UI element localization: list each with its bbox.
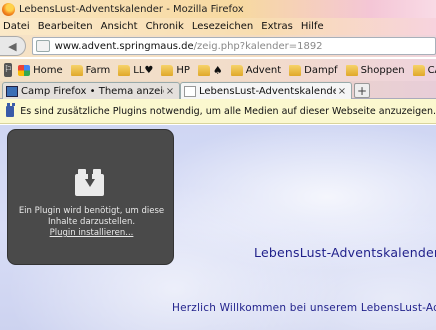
back-button[interactable]: ◀ xyxy=(0,36,26,56)
bookmarks-bar: ⚐ Home Farm LL♥ HP ♠ Advent Dampf Shoppe… xyxy=(0,59,436,81)
window-title: LebensLust-Adventskalender - Mozilla Fir… xyxy=(19,3,244,15)
folder-icon xyxy=(197,64,210,76)
folder-icon xyxy=(345,64,358,76)
page-icon xyxy=(184,85,196,97)
title-bar: LebensLust-Adventskalender - Mozilla Fir… xyxy=(0,0,436,18)
tab-label: LebensLust-Adventskalender xyxy=(199,85,336,97)
menu-lesezeichen[interactable]: Lesezeichen xyxy=(192,21,253,32)
page-title: LebensLust-Adventskalender xyxy=(254,245,436,260)
tab-label: Camp Firefox • Thema anzeigen ... xyxy=(21,85,164,97)
bookmark-shoppen[interactable]: Shoppen xyxy=(345,64,405,76)
bookmark-ll[interactable]: LL♥ xyxy=(118,64,154,76)
spade-icon: ♠ xyxy=(212,63,223,77)
bookmark-label: CA$H xyxy=(427,64,436,76)
menu-chronik[interactable]: Chronik xyxy=(146,21,184,32)
notification-text: Es sind zusätzliche Plugins notwendig, u… xyxy=(20,105,436,117)
folder-icon xyxy=(230,64,243,76)
bookmark-spade[interactable]: ♠ xyxy=(197,63,223,77)
menu-extras[interactable]: Extras xyxy=(261,21,293,32)
bookmark-dampf[interactable]: Dampf xyxy=(289,64,338,76)
bookmark-label: Home xyxy=(33,64,63,76)
bookmarks-menu-icon[interactable]: ⚐ xyxy=(4,63,13,77)
missing-plugin-box[interactable]: Ein Plugin wird benötigt, um diese Inhal… xyxy=(7,129,174,265)
menu-hilfe[interactable]: Hilfe xyxy=(301,21,324,32)
camp-firefox-icon xyxy=(6,85,18,97)
bookmark-home[interactable]: Home xyxy=(18,64,63,76)
navigation-bar: ◀ www.advent.springmaus.de/zeig.php?kale… xyxy=(0,35,436,57)
bookmark-label: Advent xyxy=(245,64,282,76)
folder-icon xyxy=(412,64,425,76)
firefox-icon[interactable] xyxy=(2,2,15,16)
bookmark-label: Shoppen xyxy=(360,64,405,76)
bookmark-label: HP xyxy=(176,64,190,76)
folder-icon xyxy=(161,64,174,76)
url-path: /zeig.php?kalender=1892 xyxy=(193,40,323,52)
menu-ansicht[interactable]: Ansicht xyxy=(101,21,138,32)
bookmark-hp[interactable]: HP xyxy=(161,64,190,76)
bookmark-advent[interactable]: Advent xyxy=(230,64,282,76)
install-plugin-link[interactable]: Plugin installieren... xyxy=(10,228,173,238)
bookmark-label: Farm xyxy=(85,64,111,76)
bookmark-label: LL♥ xyxy=(133,64,154,76)
folder-icon xyxy=(70,64,83,76)
close-icon[interactable]: × xyxy=(164,86,176,97)
url-bar[interactable]: www.advent.springmaus.de/zeig.php?kalend… xyxy=(31,37,436,55)
bookmark-farm[interactable]: Farm xyxy=(70,64,111,76)
bookmark-label: Dampf xyxy=(304,64,338,76)
menu-bearbeiten[interactable]: Bearbeiten xyxy=(38,21,93,32)
welcome-text: Herzlich Willkommen bei unserem LebensLu… xyxy=(172,302,436,314)
menu-datei[interactable]: Datei xyxy=(3,21,30,32)
folder-icon xyxy=(289,64,302,76)
url-text: www.advent.springmaus.de/zeig.php?kalend… xyxy=(55,41,323,52)
url-domain: www.advent.springmaus.de xyxy=(54,40,194,52)
plugin-download-icon xyxy=(75,169,104,196)
tab-bar: Camp Firefox • Thema anzeigen ... × Lebe… xyxy=(0,81,436,99)
site-identity-icon[interactable] xyxy=(35,40,50,52)
close-icon[interactable]: × xyxy=(336,86,348,97)
arrow-left-icon: ◀ xyxy=(8,39,17,53)
new-tab-button[interactable]: + xyxy=(354,83,370,98)
google-icon xyxy=(18,64,31,76)
plugin-notification-bar: Es sind zusätzliche Plugins notwendig, u… xyxy=(0,99,436,124)
plugin-message: Ein Plugin wird benötigt, um diese Inhal… xyxy=(18,206,165,227)
tab-camp-firefox[interactable]: Camp Firefox • Thema anzeigen ... × xyxy=(2,82,180,99)
page-content: Ein Plugin wird benötigt, um diese Inhal… xyxy=(0,125,436,330)
menu-bar: Datei Bearbeiten Ansicht Chronik Lesezei… xyxy=(0,18,436,35)
folder-icon xyxy=(118,64,131,76)
tab-lebenslust[interactable]: LebensLust-Adventskalender × xyxy=(180,82,352,99)
bookmark-cash[interactable]: CA$H xyxy=(412,64,436,76)
plugin-icon xyxy=(6,102,16,117)
